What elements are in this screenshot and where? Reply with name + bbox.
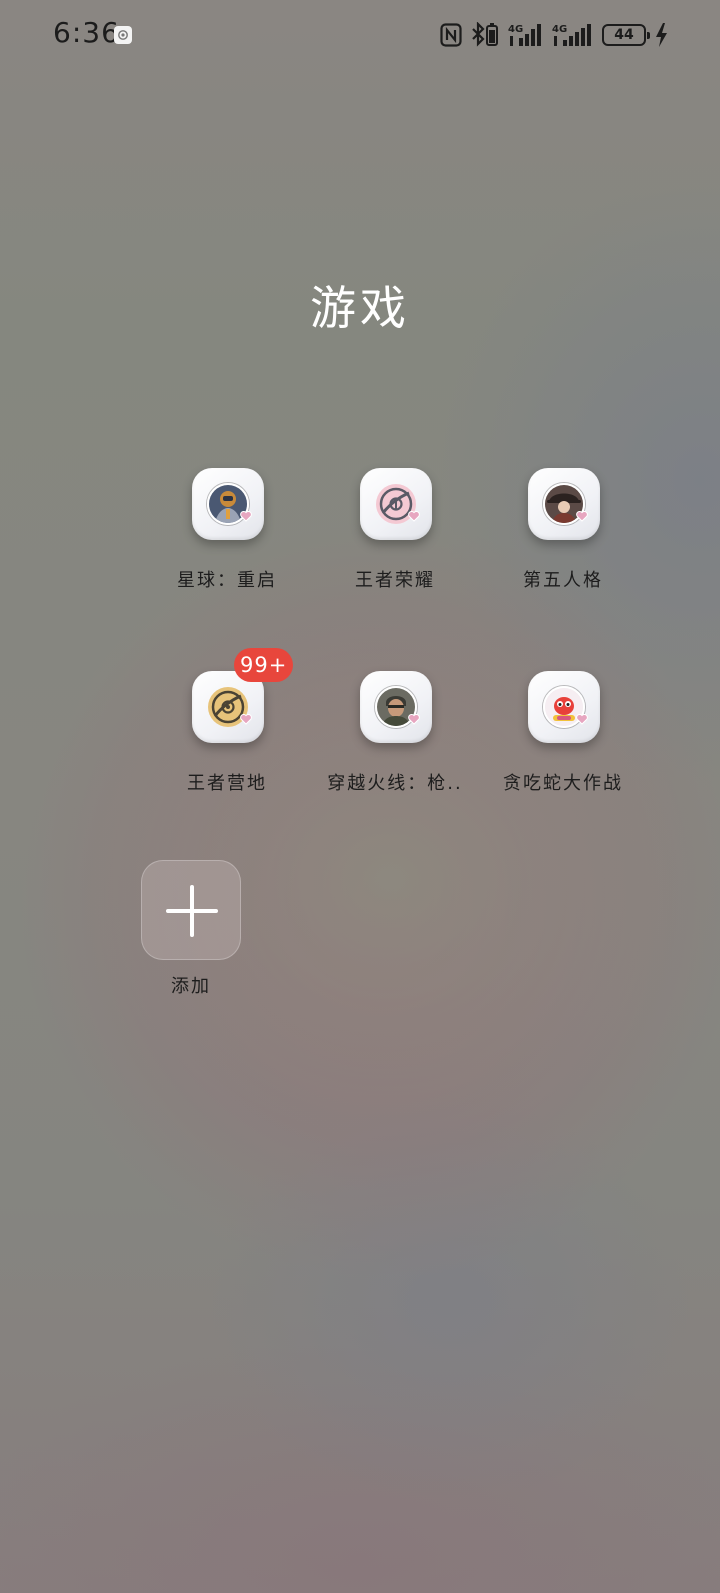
notification-badge: 99+ <box>234 648 294 682</box>
app-star-restart[interactable]: 星球：重启 <box>142 468 312 618</box>
heart-icon <box>576 710 588 729</box>
heart-icon <box>240 710 252 729</box>
plus-icon <box>166 885 218 937</box>
app-icon-tile[interactable] <box>360 468 432 540</box>
battery-indicator: 44 <box>602 24 650 46</box>
app-icon-tile[interactable] <box>360 671 432 743</box>
status-bar: 6:36 4G 4G 44 <box>0 0 720 70</box>
app-label: 王者荣耀 <box>355 570 435 591</box>
add-app-label: 添加 <box>171 976 211 997</box>
status-icons: 4G 4G 44 <box>440 18 668 52</box>
heart-icon <box>408 507 420 526</box>
app-icon-tile[interactable] <box>192 468 264 540</box>
battery-level: 44 <box>614 27 634 43</box>
home-screen-folder: { "status_bar": { "time": "6:36", "netwo… <box>0 0 720 1593</box>
app-snake-battle[interactable]: 贪吃蛇大作战 <box>478 671 648 821</box>
add-app-button[interactable] <box>141 860 241 960</box>
heart-icon <box>240 507 252 526</box>
app-icon-tile[interactable] <box>528 468 600 540</box>
app-label: 第五人格 <box>523 570 603 591</box>
bluetooth-icon <box>470 22 500 48</box>
heart-icon <box>408 710 420 729</box>
app-label: 星球：重启 <box>177 570 277 591</box>
folder-title[interactable]: 游戏 <box>0 272 720 338</box>
charging-icon <box>654 22 668 48</box>
notification-app-icon <box>114 26 132 44</box>
network-type-1: 4G <box>508 24 523 35</box>
signal-icon-2: 4G <box>552 22 594 48</box>
app-king-camp[interactable]: 99+ 王者营地 <box>142 648 312 821</box>
app-honor-of-kings[interactable]: 王者荣耀 <box>310 468 480 618</box>
status-time: 6:36 <box>53 16 120 49</box>
signal-icon-1: 4G <box>508 22 544 48</box>
app-label: 贪吃蛇大作战 <box>503 773 623 794</box>
app-crossfire[interactable]: 穿越火线：枪.. <box>310 671 480 821</box>
app-identity-v[interactable]: 第五人格 <box>478 468 648 618</box>
heart-icon <box>576 507 588 526</box>
nfc-icon <box>440 23 462 47</box>
app-label: 穿越火线：枪.. <box>327 773 463 794</box>
network-type-2: 4G <box>552 24 567 35</box>
app-icon-tile[interactable] <box>528 671 600 743</box>
app-label: 王者营地 <box>187 773 267 794</box>
